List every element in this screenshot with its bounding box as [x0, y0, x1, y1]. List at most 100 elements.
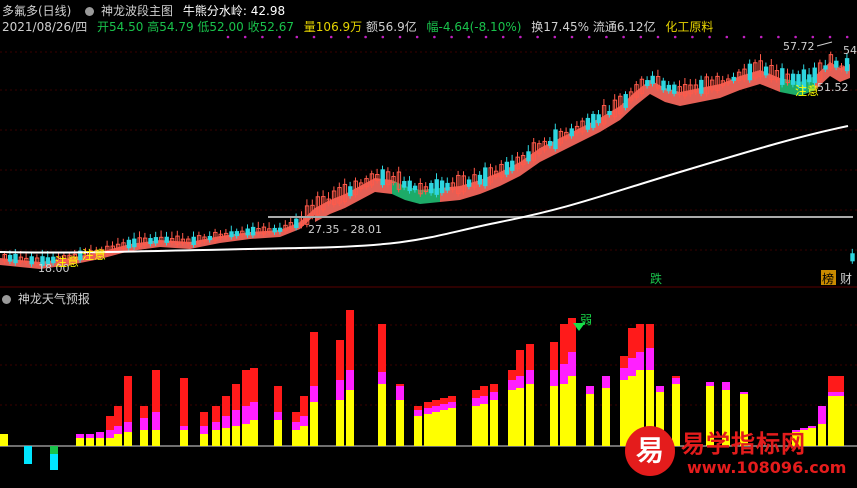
chart-canvas[interactable]: 57.72 54 51.52 27.35 - 28.01 18.00 注意 注意… — [0, 0, 857, 488]
high-marker-pointer — [816, 41, 833, 47]
weather-bar-yellow — [490, 400, 498, 446]
range-text: 27.35 - 28.01 — [308, 223, 382, 236]
signal-dot — [226, 35, 230, 39]
candle-body — [763, 66, 769, 76]
weather-bar-yellow — [212, 430, 220, 446]
weather-bar-red — [550, 342, 558, 370]
weather-bar-red — [274, 386, 282, 412]
weather-bar-red — [472, 390, 480, 398]
candle-body — [477, 174, 483, 185]
weather-bar-yellow — [560, 384, 568, 446]
weather-bar-magenta — [250, 402, 258, 420]
weather-bar-yellow — [378, 384, 386, 446]
badge-cai[interactable]: 财 — [840, 272, 852, 286]
weather-bar-magenta — [212, 422, 220, 430]
signal-dot — [777, 35, 780, 39]
signal-dot — [794, 35, 797, 39]
weather-bar-yellow — [508, 390, 516, 446]
weather-bar-magenta — [232, 410, 240, 426]
candle-body — [823, 65, 828, 70]
candle-body — [699, 79, 704, 94]
weather-bar-yellow — [346, 390, 354, 446]
candle-body — [807, 74, 812, 83]
signal-dot — [467, 35, 471, 39]
weather-bar-yellow — [274, 420, 282, 446]
weather-bar-yellow — [472, 406, 480, 446]
weather-bar-magenta — [516, 376, 524, 388]
weak-signal-label: 弱 — [580, 313, 592, 327]
weather-bar-yellow — [396, 400, 404, 446]
candle-body — [650, 75, 655, 84]
candle-body — [591, 113, 596, 128]
weather-bar-red — [526, 344, 534, 370]
weather-bar-red — [396, 384, 404, 386]
right-low-label: 51.52 — [817, 81, 849, 94]
weather-bar-red — [516, 350, 524, 376]
signal-dot — [708, 35, 711, 39]
signal-dot — [433, 35, 436, 39]
weather-bar-yellow — [414, 416, 422, 446]
weather-bar-red — [636, 324, 644, 352]
candle-body — [229, 231, 234, 238]
weather-bar-yellow — [568, 376, 576, 446]
weather-bar-yellow — [96, 438, 104, 446]
weather-bar-magenta — [414, 410, 422, 416]
signal-dot — [329, 35, 333, 39]
weather-bar-magenta — [550, 370, 558, 386]
weather-bar-magenta — [424, 408, 432, 414]
weather-bar-red — [448, 396, 456, 402]
weather-bar-red — [250, 368, 258, 402]
weather-bar-magenta — [440, 404, 448, 410]
weather-bar-magenta — [180, 426, 188, 430]
signal-dot — [450, 35, 453, 39]
weather-bar-red — [114, 406, 122, 426]
weather-bar-yellow — [602, 388, 610, 446]
weather-bar-negative — [24, 446, 32, 464]
candle-body — [164, 236, 169, 243]
signal-dot — [278, 35, 281, 39]
weather-bar-red — [432, 400, 440, 406]
high-marker-label: 57.72 — [783, 40, 815, 53]
sub-indicator-toggle-icon[interactable] — [2, 295, 11, 304]
candle-body — [407, 180, 412, 192]
signal-dot — [347, 35, 350, 39]
candle-body — [445, 182, 450, 191]
weather-bar-red — [628, 328, 636, 358]
signal-dot — [243, 35, 247, 39]
weather-bar-red — [232, 384, 240, 410]
weather-bar-yellow — [106, 438, 114, 446]
sub-panel-title[interactable]: 神龙天气预报 — [18, 292, 90, 306]
signal-dot — [261, 35, 264, 39]
weather-bar-yellow — [242, 424, 250, 446]
weather-bar-magenta — [300, 416, 308, 426]
candle-body — [834, 60, 839, 68]
weather-bar-magenta — [620, 368, 628, 380]
weather-bar-yellow — [152, 430, 160, 446]
weather-bar-red — [672, 376, 680, 378]
signal-dot — [570, 35, 574, 39]
candle-body — [623, 94, 628, 108]
candle-body — [132, 238, 137, 248]
weather-bar-yellow — [550, 386, 558, 446]
signal-dot — [519, 35, 522, 39]
badge-bang[interactable]: 榜 — [822, 271, 834, 286]
weather-bar-red — [646, 324, 654, 348]
weather-bar-magenta — [96, 432, 104, 438]
signal-dot — [759, 35, 763, 39]
weather-bar-red — [440, 398, 448, 404]
note-label-1: 注意 — [55, 254, 79, 269]
signal-dot — [639, 35, 643, 39]
weather-bar-magenta — [672, 378, 680, 384]
signal-die: 跌 — [650, 271, 662, 286]
weather-bar-yellow — [310, 402, 318, 446]
sub-panel-header: 神龙天气预报 — [2, 290, 90, 307]
signal-dot — [622, 35, 625, 39]
weather-bar-red — [200, 412, 208, 426]
candle-body — [29, 256, 34, 265]
candle-body — [272, 227, 277, 233]
candle-body — [380, 169, 385, 186]
weather-bar-red — [346, 310, 354, 370]
weather-bar-magenta — [86, 434, 94, 438]
weather-bar-magenta — [222, 416, 230, 428]
candle-body — [731, 76, 736, 81]
